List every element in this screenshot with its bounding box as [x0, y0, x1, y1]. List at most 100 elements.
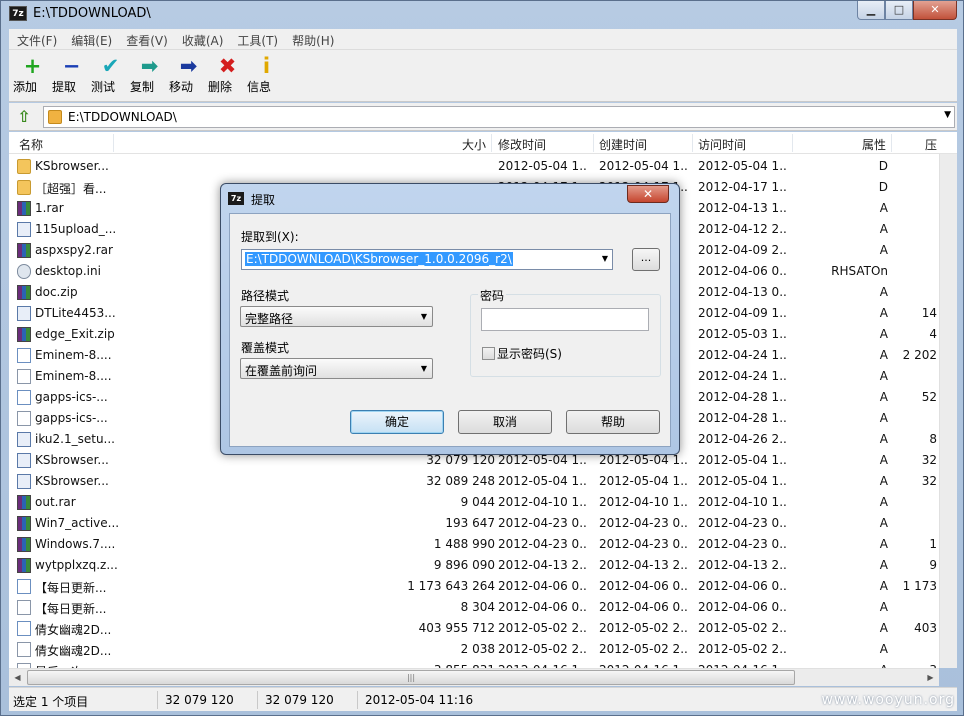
file-row[interactable]: 【每日更新... 1 173 643 264 2012-04-06 0... 2012… [9, 576, 939, 597]
show-password-label: 显示密码(S) [497, 347, 562, 361]
info-label: 信息 [247, 80, 272, 94]
password-field[interactable] [481, 308, 649, 331]
ok-button[interactable]: 确定 [350, 410, 444, 434]
watermark: www.wooyun.org [821, 692, 955, 708]
file-attributes: A [879, 579, 888, 593]
document-icon [17, 348, 31, 363]
file-row[interactable]: KSbrowser... 32 089 248 2012-05-04 1... 201… [9, 471, 939, 492]
file-row[interactable]: wytpplxzq.z... 9 896 090 2012-04-13 2... 20… [9, 555, 939, 576]
file-name: doc.zip [35, 285, 78, 299]
file-attributes: A [879, 243, 888, 257]
file-compressed: 403 [914, 621, 937, 635]
minimize-button[interactable]: ▁ [857, 1, 885, 20]
browse-button[interactable]: ... [632, 248, 660, 271]
extract-button[interactable]: − 提取 [52, 50, 91, 101]
info-button[interactable]: i 信息 [247, 50, 286, 101]
file-modified: 2012-04-13 2... [498, 558, 588, 572]
file-row[interactable]: 倩女幽魂2D... 403 955 712 2012-05-02 2... 2012-… [9, 618, 939, 639]
delete-button[interactable]: ✖ 删除 [208, 50, 247, 101]
up-folder-icon[interactable]: ⇧ [13, 107, 35, 127]
scroll-left-arrow-icon[interactable]: ◀ [9, 669, 26, 686]
show-password-checkbox[interactable] [482, 347, 495, 360]
file-created: 2012-05-04 1... [599, 474, 689, 488]
column-header-accessed[interactable]: 访问时间 [698, 136, 746, 153]
column-header-compressed[interactable]: 压 [925, 136, 937, 153]
delete-label: 删除 [208, 80, 233, 94]
file-accessed: 2012-04-13 2... [698, 558, 788, 572]
file-row[interactable]: 最后一次...3 855 8312012-04-16 1...2012-04-1… [9, 660, 939, 668]
extract-to-combobox[interactable]: E:\TDDOWNLOAD\KSbrowser_1.0.0.2096_r2\ ▼ [241, 249, 613, 270]
file-name: 倩女幽魂2D... [35, 644, 112, 658]
dialog-close-button[interactable]: ✕ [627, 185, 669, 203]
path-mode-value: 完整路径 [245, 312, 294, 326]
status-divider [357, 691, 358, 709]
file-created: 2012-04-10 1... [599, 495, 689, 509]
file-name: out.rar [35, 495, 76, 509]
file-row[interactable]: out.rar 9 044 2012-04-10 1... 2012-04-10 1.… [9, 492, 939, 513]
file-modified: 2012-04-23 0... [498, 516, 588, 530]
dialog-body: 提取到(X): E:\TDDOWNLOAD\KSbrowser_1.0.0.20… [229, 213, 671, 447]
list-header: 名称 大小 修改时间 创建时间 访问时间 属性 压 [9, 132, 957, 154]
add-button[interactable]: + 添加 [13, 50, 52, 101]
column-header-size[interactable]: 大小 [462, 136, 486, 153]
info-icon: i [262, 54, 271, 78]
file-name: 倩女幽魂2D... [35, 623, 112, 637]
menu-view[interactable]: 查看(V) [118, 29, 174, 49]
menu-favorites[interactable]: 收藏(A) [174, 29, 230, 49]
file-modified: 2012-04-23 0... [498, 537, 588, 551]
document-icon [17, 621, 31, 636]
horizontal-scrollbar[interactable]: ◀ ||| ▶ [9, 668, 939, 686]
address-combobox[interactable]: E:\TDDOWNLOAD\ ▼ [43, 106, 955, 128]
file-accessed: 2012-04-06 0... [698, 264, 788, 278]
file-row[interactable]: Windows.7.... 1 488 990 2012-04-23 0... 201… [9, 534, 939, 555]
file-size: 1 488 990 [433, 537, 495, 551]
chevron-down-icon[interactable]: ▼ [602, 254, 608, 263]
archive-icon [17, 516, 31, 531]
file-row[interactable]: 倩女幽魂2D... 2 038 2012-05-02 2... 2012-05-02 … [9, 639, 939, 660]
column-divider [692, 134, 693, 152]
path-mode-dropdown[interactable]: 完整路径 ▼ [240, 306, 433, 327]
dropdown-arrow-icon[interactable]: ▼ [944, 110, 951, 120]
copy-arrow-icon: ➡ [140, 54, 159, 78]
app-icon: 7z [9, 6, 27, 21]
file-compressed: 2 202 [902, 348, 937, 362]
file-row[interactable]: Win7_active... 193 647 2012-04-23 0... 2012… [9, 513, 939, 534]
status-divider [157, 691, 158, 709]
cancel-button[interactable]: 取消 [458, 410, 552, 434]
menu-file[interactable]: 文件(F) [9, 29, 63, 49]
file-size: 9 044 [460, 495, 495, 509]
move-arrow-icon: ➡ [179, 54, 198, 78]
maximize-button[interactable]: □ [885, 1, 913, 20]
scroll-thumb[interactable]: ||| [27, 670, 795, 685]
status-selection: 选定 1 个项目 [13, 695, 89, 709]
menu-help[interactable]: 帮助(H) [284, 29, 340, 49]
column-header-name[interactable]: 名称 [19, 136, 43, 153]
file-row[interactable]: 【每日更新... 8 304 2012-04-06 0... 2012-04-06 0… [9, 597, 939, 618]
file-attributes: A [879, 558, 888, 572]
test-label: 测试 [91, 80, 116, 94]
file-name: ［超强］看... [35, 182, 107, 196]
archive-icon [17, 495, 31, 510]
file-compressed: 32 [921, 453, 937, 467]
copy-button[interactable]: ➡ 复制 [130, 50, 169, 101]
file-created: 2012-04-23 0... [599, 516, 689, 530]
overwrite-mode-dropdown[interactable]: 在覆盖前询问 ▼ [240, 358, 433, 379]
test-button[interactable]: ✔ 测试 [91, 50, 130, 101]
column-header-created[interactable]: 创建时间 [599, 136, 647, 153]
vertical-scrollbar[interactable] [939, 154, 957, 668]
menu-tools[interactable]: 工具(T) [229, 29, 284, 49]
file-row[interactable]: KSbrowser... 2012-05-04 1... 2012-05-04 1.… [9, 156, 939, 177]
column-header-modified[interactable]: 修改时间 [498, 136, 546, 153]
extract-label: 提取 [52, 80, 77, 94]
move-button[interactable]: ➡ 移动 [169, 50, 208, 101]
title-bar[interactable]: 7z E:\TDDOWNLOAD\ ▁ □ ✕ [1, 1, 963, 29]
file-compressed: 1 [929, 537, 937, 551]
help-button[interactable]: 帮助 [566, 410, 660, 434]
column-header-attributes[interactable]: 属性 [862, 136, 886, 153]
file-attributes: A [879, 201, 888, 215]
close-button[interactable]: ✕ [913, 1, 957, 20]
menu-edit[interactable]: 编辑(E) [63, 29, 118, 49]
file-name: desktop.ini [35, 264, 101, 278]
chevron-down-icon: ▼ [420, 312, 427, 321]
scroll-right-arrow-icon[interactable]: ▶ [922, 669, 939, 686]
